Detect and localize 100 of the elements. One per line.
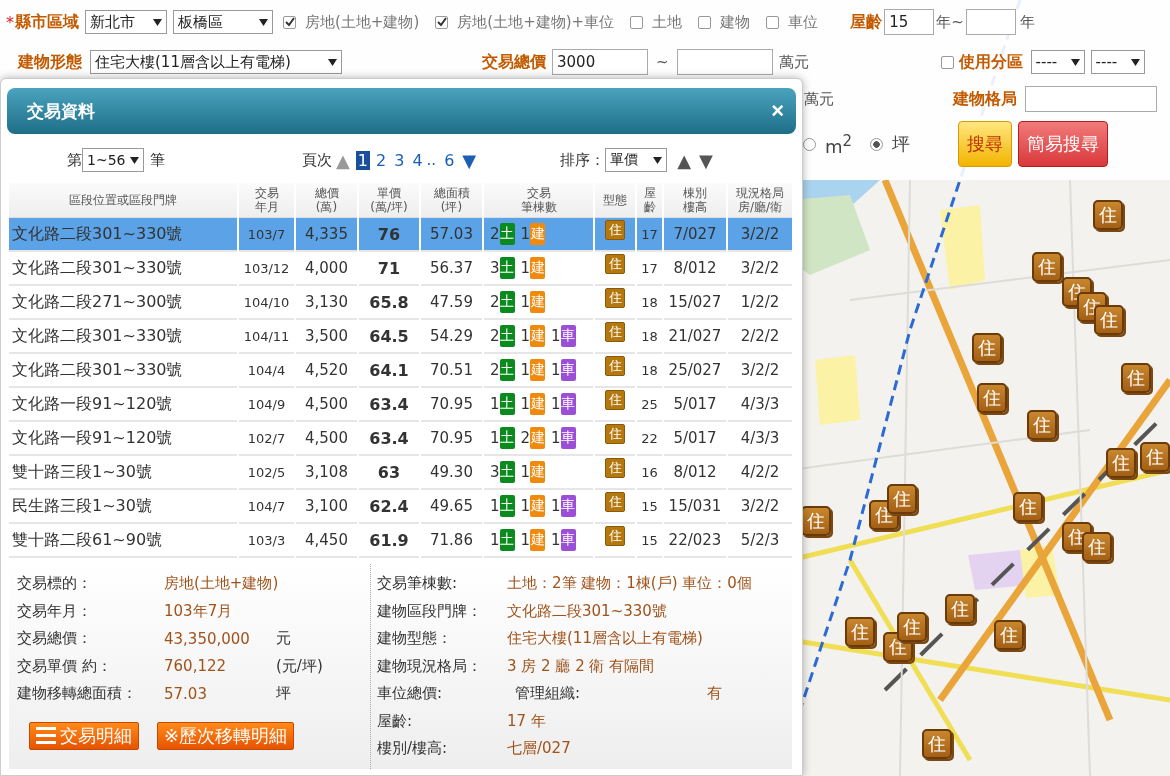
map-marker[interactable]: 住 — [1121, 363, 1151, 393]
column-header[interactable]: 現況格局 房/廳/衛 — [728, 183, 792, 218]
land-badge: 土 — [499, 223, 515, 245]
header-text: (坪) — [440, 200, 463, 214]
detail-label: 交易單價 約： — [17, 656, 113, 676]
table-row[interactable]: 文化路二段301~330號 104/11 3,500 64.5 54.29 2土 1建 1車 住 18 21/027 2/2/2 — [9, 320, 792, 354]
count-text: 1 — [520, 327, 531, 345]
checkbox[interactable] — [283, 15, 296, 29]
column-header[interactable]: 總價 (萬) — [296, 183, 357, 218]
column-header[interactable]: 交易 年月 — [239, 183, 294, 218]
range-select[interactable]: 1~56 — [82, 148, 144, 172]
map-marker[interactable]: 住 — [945, 594, 975, 624]
table-row[interactable]: 民生路三段1~30號 104/7 3,100 62.4 49.65 1土 1建 1車 住 15 15/031 3/2/2 — [9, 490, 792, 524]
table-cell: 文化路二段301~330號 — [9, 218, 237, 252]
table-row[interactable]: 文化路二段301~330號 103/12 4,000 71 56.37 3土 1建 住 17 8/012 3/2/2 — [9, 252, 792, 286]
simple-search-button[interactable]: 簡易搜尋 — [1018, 121, 1109, 167]
table-row[interactable]: 文化路二段301~330號 104/4 4,520 64.1 70.51 2土 1建 1車 住 18 25/027 3/2/2 — [9, 354, 792, 388]
map-marker[interactable]: 住 — [845, 617, 875, 647]
zoning-select[interactable]: ---- — [1030, 50, 1085, 74]
table-row[interactable]: 文化路二段301~330號 103/7 4,335 76 57.03 2土 1建 住 17 7/027 3/2/2 — [9, 218, 792, 252]
column-header[interactable]: 單價 (萬/坪) — [359, 183, 419, 218]
type-badge: 住 — [605, 322, 625, 342]
detail-label: 建物區段門牌： — [377, 601, 483, 621]
page-link[interactable]: 4 — [410, 150, 425, 170]
column-header[interactable]: 區段位置或區段門牌 — [9, 183, 237, 218]
detail-value: 3 房 2 廳 2 衛 有隔間 — [507, 656, 656, 676]
map-marker[interactable]: 住 — [972, 333, 1002, 363]
map-marker[interactable]: 住 — [1106, 448, 1136, 478]
count-text: 1 — [490, 395, 500, 413]
building-badge: 建 — [530, 461, 546, 483]
type-badge: 住 — [605, 390, 625, 410]
sort-ascending-button[interactable]: ▲ — [677, 149, 691, 171]
column-header[interactable]: 型態 — [595, 183, 635, 218]
count-text: 2 — [520, 429, 531, 447]
table-row[interactable]: 文化路一段91~120號 104/9 4,500 63.4 70.95 1土 1建 1車 住 25 5/017 4/3/3 — [9, 388, 792, 422]
city-select[interactable]: 新北市 — [85, 10, 167, 34]
table-row[interactable]: 文化路二段271~300號 104/10 3,130 65.8 47.59 2土 1建 住 18 15/027 1/2/2 — [9, 286, 792, 320]
map-marker[interactable]: 住 — [887, 484, 917, 514]
zoning-select[interactable]: ---- — [1090, 50, 1145, 74]
checkbox[interactable] — [698, 15, 712, 29]
map-marker[interactable]: 住 — [1013, 492, 1043, 522]
column-header[interactable]: 交易 筆棟數 — [484, 183, 593, 218]
page-link[interactable]: 6 — [442, 150, 457, 170]
layout-field[interactable] — [1025, 86, 1157, 112]
age-to-field[interactable] — [965, 9, 1016, 35]
detail-unit: (元/坪) — [276, 656, 324, 676]
unit-text: 年~ — [936, 12, 964, 32]
district-select[interactable]: 板橋區 — [173, 10, 273, 34]
map-marker[interactable]: 住 — [922, 729, 952, 759]
building-badge: 建 — [530, 359, 546, 381]
sort-select[interactable]: 單價 — [605, 148, 668, 172]
count-text: 1 — [551, 497, 561, 515]
checkbox[interactable] — [435, 15, 449, 29]
range-separator: ~ — [656, 53, 669, 71]
page-link[interactable]: 2 — [374, 150, 389, 170]
unit-text: 萬元 — [778, 52, 809, 72]
column-header[interactable]: 總面積 (坪) — [421, 183, 482, 218]
price-to-field[interactable] — [676, 49, 773, 75]
map-marker[interactable]: 住 — [1094, 305, 1124, 335]
next-page-button[interactable]: ▼ — [462, 149, 477, 171]
detail-value: 760,122 — [164, 657, 228, 676]
map-marker[interactable]: 住 — [1027, 410, 1057, 440]
close-button[interactable]: × — [771, 98, 784, 124]
detail-value: 有 — [707, 684, 723, 704]
count-text: 1 — [520, 463, 531, 481]
field-label: 建物形態 — [18, 51, 82, 73]
table-row[interactable]: 雙十路二段61~90號 103/3 4,450 61.9 71.86 1土 1建 1車 住 15 22/023 5/2/3 — [9, 524, 792, 558]
map-marker[interactable]: 住 — [801, 506, 831, 536]
count-text: 1 — [490, 497, 500, 515]
map-marker[interactable]: 住 — [1032, 252, 1062, 282]
parking-badge: 車 — [560, 495, 576, 517]
header-text: 總價 — [314, 186, 339, 200]
caret-icon — [259, 18, 268, 26]
page-link[interactable]: 1 — [355, 150, 371, 170]
search-button[interactable]: 搜尋 — [958, 121, 1013, 167]
checkbox[interactable] — [766, 15, 780, 29]
detail-value: 57.03 — [164, 684, 208, 703]
detail-label: 交易筆棟數: — [377, 574, 459, 594]
table-row[interactable]: 文化路一段91~120號 102/7 4,500 63.4 70.95 1土 2建 1車 住 22 5/017 4/3/3 — [9, 422, 792, 456]
table-row[interactable]: 雙十路三段1~30號 102/5 3,108 63 49.30 3土 1建 住 16 8/012 4/2/2 — [9, 456, 792, 490]
sort-descending-button[interactable]: ▼ — [699, 149, 713, 171]
map-marker[interactable]: 住 — [1093, 200, 1123, 230]
checkbox[interactable] — [630, 15, 644, 29]
checkbox[interactable] — [940, 55, 954, 69]
parking-badge: 車 — [560, 325, 576, 347]
price-from-field[interactable]: 3000 — [552, 49, 648, 75]
radio-button[interactable] — [803, 137, 816, 151]
header-text: 區段位置或區段門牌 — [69, 193, 177, 207]
header-text: 交易 — [526, 186, 551, 200]
count-text: 1 — [551, 429, 561, 447]
page-link[interactable]: 3 — [392, 150, 407, 170]
radio-button[interactable] — [870, 137, 884, 151]
column-header[interactable]: 屋 齡 — [637, 183, 662, 218]
table-cell: 3/2/2 — [728, 218, 792, 252]
age-from-field[interactable]: 15 — [884, 9, 935, 35]
map-marker[interactable]: 住 — [1140, 442, 1170, 472]
building-type-select[interactable]: 住宅大樓(11層含以上有電梯) — [90, 50, 342, 74]
column-header[interactable]: 棟別 樓高 — [664, 183, 726, 218]
map-marker[interactable]: 住 — [994, 620, 1024, 650]
map-marker[interactable]: 住 — [977, 383, 1007, 413]
